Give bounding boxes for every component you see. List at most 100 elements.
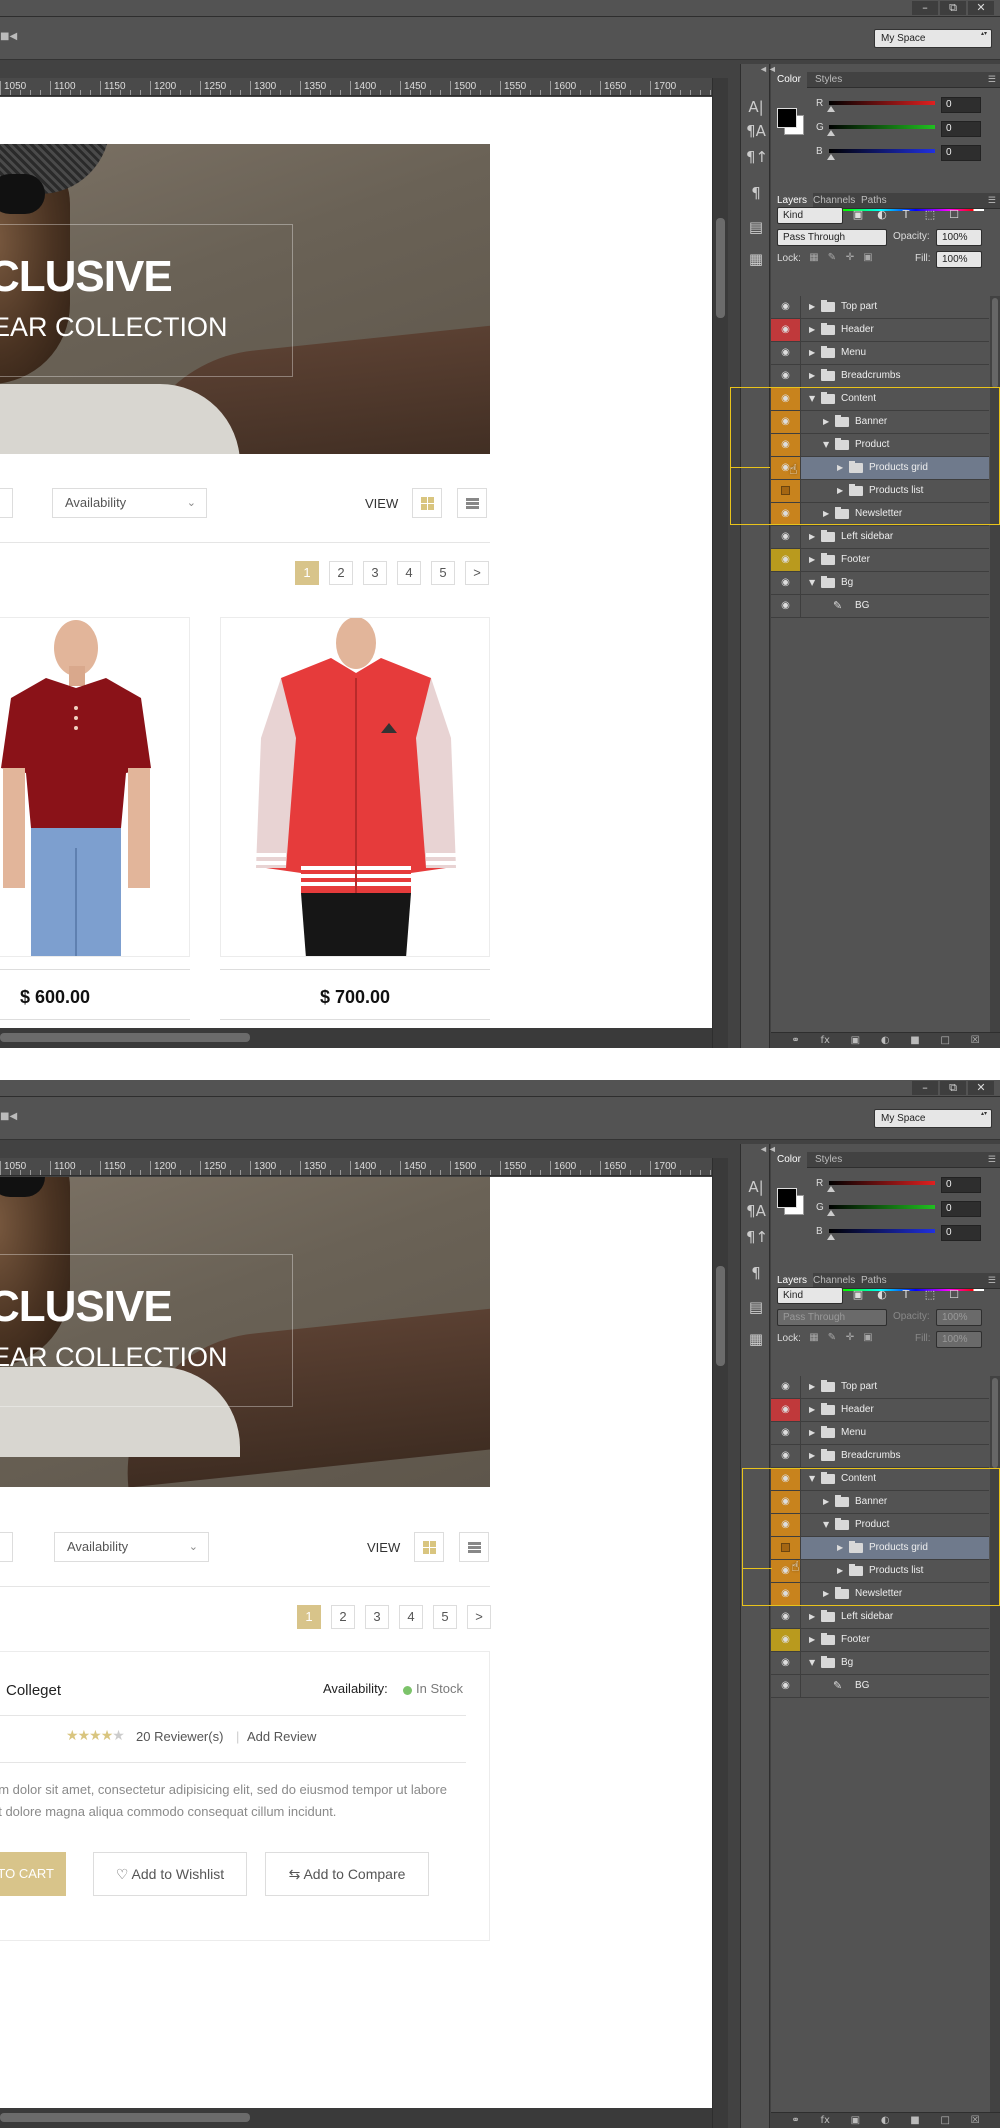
layer-row-breadcrumbs[interactable]: ◉ ▶ Breadcrumbs bbox=[771, 365, 989, 388]
expand-right-icon[interactable]: ▶ bbox=[809, 296, 815, 318]
paragraph-icon[interactable]: ¶↑ bbox=[746, 1226, 768, 1248]
grid-view-button[interactable] bbox=[412, 488, 442, 518]
add-to-wishlist-button[interactable]: ♡ Add to Wishlist bbox=[93, 1852, 247, 1896]
layer-row-left-sidebar[interactable]: ◉ ▶ Left sidebar bbox=[771, 1606, 989, 1629]
channel-g-value[interactable]: 0 bbox=[941, 121, 981, 137]
eye-icon[interactable]: ◉ bbox=[771, 1399, 801, 1421]
layer-row-left-sidebar[interactable]: ◉ ▶ Left sidebar bbox=[771, 526, 989, 549]
tab-color[interactable]: Color bbox=[771, 1152, 807, 1168]
slider-knob-icon[interactable] bbox=[827, 1210, 835, 1216]
page-5[interactable]: 5 bbox=[431, 561, 455, 585]
channel-r-value[interactable]: 0 bbox=[941, 97, 981, 113]
grid-panel-icon[interactable]: ▦ bbox=[746, 248, 766, 270]
scroll-thumb[interactable] bbox=[992, 1378, 998, 1468]
blend-mode-select[interactable]: Pass Through bbox=[777, 229, 887, 246]
paragraph-2-icon[interactable]: ¶ bbox=[746, 1262, 766, 1284]
layer-row-menu[interactable]: ◉ ▶ Menu bbox=[771, 1422, 989, 1445]
grid-panel-icon[interactable]: ▦ bbox=[746, 1328, 766, 1350]
filter-icon[interactable]: ☐ bbox=[947, 1288, 961, 1302]
minimize-button[interactable]: – bbox=[912, 1081, 938, 1095]
lock-pixels-icon[interactable]: ▦ bbox=[807, 251, 821, 265]
page-3[interactable]: 3 bbox=[365, 1605, 389, 1629]
expand-right-icon[interactable]: ▶ bbox=[809, 549, 815, 571]
expand-right-icon[interactable]: ▶ bbox=[809, 1606, 815, 1628]
canvas-vertical-scrollbar[interactable] bbox=[712, 1158, 728, 2128]
paragraph-styles-icon[interactable]: ¶A bbox=[746, 120, 766, 142]
eye-icon[interactable]: ◉ bbox=[771, 549, 801, 571]
eye-icon[interactable]: ◉ bbox=[771, 1606, 801, 1628]
fill-field[interactable]: 100% bbox=[936, 1331, 982, 1348]
page-4[interactable]: 4 bbox=[399, 1605, 423, 1629]
layer-row-top-part[interactable]: ◉ ▶ Top part bbox=[771, 296, 989, 319]
link-layers-icon[interactable]: ⚭ bbox=[791, 1035, 799, 1046]
slider-knob-icon[interactable] bbox=[827, 130, 835, 136]
eye-icon[interactable]: ◉ bbox=[771, 595, 801, 617]
expand-right-icon[interactable]: ▶ bbox=[809, 1445, 815, 1467]
product-name[interactable]: Colleget bbox=[6, 1682, 61, 1699]
expand-right-icon[interactable]: ▶ bbox=[809, 1399, 815, 1421]
add-to-cart-button[interactable]: TO CART bbox=[0, 1852, 66, 1896]
add-mask-icon[interactable]: ▣ bbox=[851, 1035, 860, 1046]
layer-row-bg[interactable]: ◉ ▼ Bg bbox=[771, 1652, 989, 1675]
paragraph-2-icon[interactable]: ¶ bbox=[746, 182, 766, 204]
filter-icon[interactable]: T bbox=[899, 1288, 913, 1302]
delete-layer-icon[interactable]: ☒ bbox=[971, 2115, 980, 2126]
eye-icon[interactable]: ◉ bbox=[771, 296, 801, 318]
page-1[interactable]: 1 bbox=[295, 561, 319, 585]
canvas-vertical-scrollbar[interactable] bbox=[712, 78, 728, 1048]
eye-icon[interactable]: ◉ bbox=[771, 1652, 801, 1674]
channel-r-slider[interactable] bbox=[829, 101, 935, 105]
lock-position-icon[interactable]: ✛ bbox=[843, 251, 857, 265]
sort-select[interactable] bbox=[0, 1532, 13, 1562]
layer-row-top-part[interactable]: ◉ ▶ Top part bbox=[771, 1376, 989, 1399]
channel-g-slider[interactable] bbox=[829, 125, 935, 129]
panel-menu-icon[interactable]: ☰ bbox=[988, 1154, 996, 1165]
layer-row-breadcrumbs[interactable]: ◉ ▶ Breadcrumbs bbox=[771, 1445, 989, 1468]
eye-icon[interactable]: ◉ bbox=[771, 342, 801, 364]
grid-view-button[interactable] bbox=[414, 1532, 444, 1562]
tab-styles[interactable]: Styles bbox=[809, 1152, 848, 1168]
close-button[interactable]: ✕ bbox=[968, 1, 994, 15]
layer-row-menu[interactable]: ◉ ▶ Menu bbox=[771, 342, 989, 365]
list-view-button[interactable] bbox=[459, 1532, 489, 1562]
page-2[interactable]: 2 bbox=[331, 1605, 355, 1629]
expand-right-icon[interactable]: ▶ bbox=[809, 319, 815, 341]
delete-layer-icon[interactable]: ☒ bbox=[971, 1035, 980, 1046]
eye-icon[interactable]: ◉ bbox=[771, 365, 801, 387]
close-button[interactable]: ✕ bbox=[968, 1081, 994, 1095]
eye-icon[interactable]: ◉ bbox=[771, 319, 801, 341]
lock-all-icon[interactable]: ▣ bbox=[861, 251, 875, 265]
page-1[interactable]: 1 bbox=[297, 1605, 321, 1629]
channel-g-slider[interactable] bbox=[829, 1205, 935, 1209]
lock-paint-icon[interactable]: ✎ bbox=[825, 1331, 839, 1345]
channel-b-slider[interactable] bbox=[829, 1229, 935, 1233]
filter-icon[interactable]: ◐ bbox=[875, 208, 889, 222]
slider-knob-icon[interactable] bbox=[827, 1234, 835, 1240]
workspace-select[interactable]: My Space bbox=[874, 29, 992, 48]
product-card[interactable] bbox=[220, 617, 490, 957]
filter-icon[interactable]: ☐ bbox=[947, 208, 961, 222]
channel-r-slider[interactable] bbox=[829, 1181, 935, 1185]
link-layers-icon[interactable]: ⚭ bbox=[791, 2115, 799, 2126]
slider-knob-icon[interactable] bbox=[827, 1186, 835, 1192]
channel-b-slider[interactable] bbox=[829, 149, 935, 153]
panel-menu-icon[interactable]: ☰ bbox=[988, 195, 996, 206]
foreground-color-swatch[interactable] bbox=[777, 1188, 797, 1208]
new-group-icon[interactable]: ■ bbox=[910, 1035, 919, 1046]
expand-right-icon[interactable]: ▶ bbox=[809, 526, 815, 548]
layer-row-bg[interactable]: ◉ ✎ BG bbox=[771, 1675, 989, 1698]
minimize-button[interactable]: – bbox=[912, 1, 938, 15]
slider-knob-icon[interactable] bbox=[827, 154, 835, 160]
layer-row-footer[interactable]: ◉ ▶ Footer bbox=[771, 1629, 989, 1652]
lock-position-icon[interactable]: ✛ bbox=[843, 1331, 857, 1345]
expand-down-icon[interactable]: ▼ bbox=[809, 572, 815, 594]
layer-row-header[interactable]: ◉ ▶ Header bbox=[771, 1399, 989, 1422]
filter-icon[interactable]: ▣ bbox=[851, 1288, 865, 1302]
opacity-field[interactable]: 100% bbox=[936, 1309, 982, 1326]
workspace-select[interactable]: My Space bbox=[874, 1109, 992, 1128]
layer-row-bg[interactable]: ◉ ▼ Bg bbox=[771, 572, 989, 595]
eye-icon[interactable]: ◉ bbox=[771, 572, 801, 594]
character-panel-icon[interactable]: A| bbox=[746, 1176, 766, 1198]
filter-icon[interactable]: T bbox=[899, 208, 913, 222]
expand-right-icon[interactable]: ▶ bbox=[809, 365, 815, 387]
